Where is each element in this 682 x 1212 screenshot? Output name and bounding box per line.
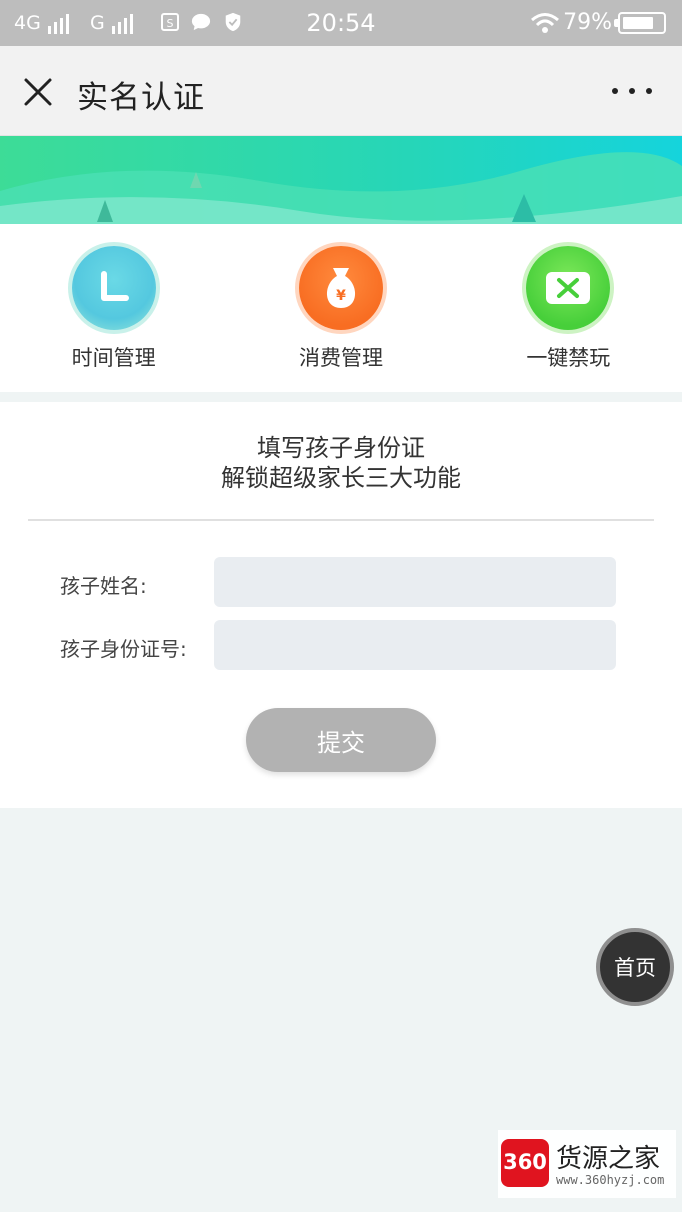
wifi-icon [531, 13, 559, 33]
feature-label: 消费管理 [298, 346, 383, 370]
divider [28, 519, 654, 521]
watermark-logo: 360 [501, 1139, 549, 1187]
child-id-input[interactable] [214, 620, 616, 670]
banner-illustration [0, 136, 682, 224]
feature-label: 时间管理 [71, 346, 156, 370]
submit-button[interactable]: 提交 [246, 708, 436, 772]
game-ban-icon [526, 246, 611, 330]
svg-text:¥: ¥ [336, 288, 346, 304]
battery-fill [623, 17, 653, 29]
more-icon[interactable] [612, 82, 652, 100]
clock-icon [71, 246, 156, 330]
feature-label: 一键禁玩 [526, 346, 611, 370]
child-id-label: 孩子身份证号: [60, 637, 187, 661]
money-bag-icon: ¥ [298, 246, 383, 330]
feature-spending-management[interactable]: ¥ 消费管理 [227, 224, 454, 392]
home-button[interactable]: 首页 [596, 928, 674, 1006]
app-header: 实名认证 [0, 46, 682, 136]
feature-one-click-ban[interactable]: 一键禁玩 [455, 224, 682, 392]
child-name-label: 孩子姓名: [60, 574, 147, 598]
watermark: 360 货源之家 www.360hyzj.com [498, 1130, 676, 1198]
id-form-card: 填写孩子身份证 解锁超级家长三大功能 孩子姓名: 孩子身份证号: 提交 [0, 402, 682, 808]
watermark-title: 货源之家 [556, 1144, 661, 1174]
page-title: 实名认证 [77, 80, 205, 116]
battery-percent: 79% [563, 10, 612, 35]
status-bar: 4G G S 20:54 79% [0, 0, 682, 46]
child-name-input[interactable] [214, 557, 616, 607]
close-icon[interactable] [20, 74, 56, 110]
watermark-url: www.360hyzj.com [556, 1173, 665, 1187]
feature-row: 时间管理 ¥ 消费管理 一键禁玩 [0, 224, 682, 392]
battery-icon [614, 12, 666, 34]
watermark-logo-text: 360 [503, 1150, 547, 1174]
feature-time-management[interactable]: 时间管理 [0, 224, 227, 392]
intro-text-line2: 解锁超级家长三大功能 [221, 464, 461, 492]
